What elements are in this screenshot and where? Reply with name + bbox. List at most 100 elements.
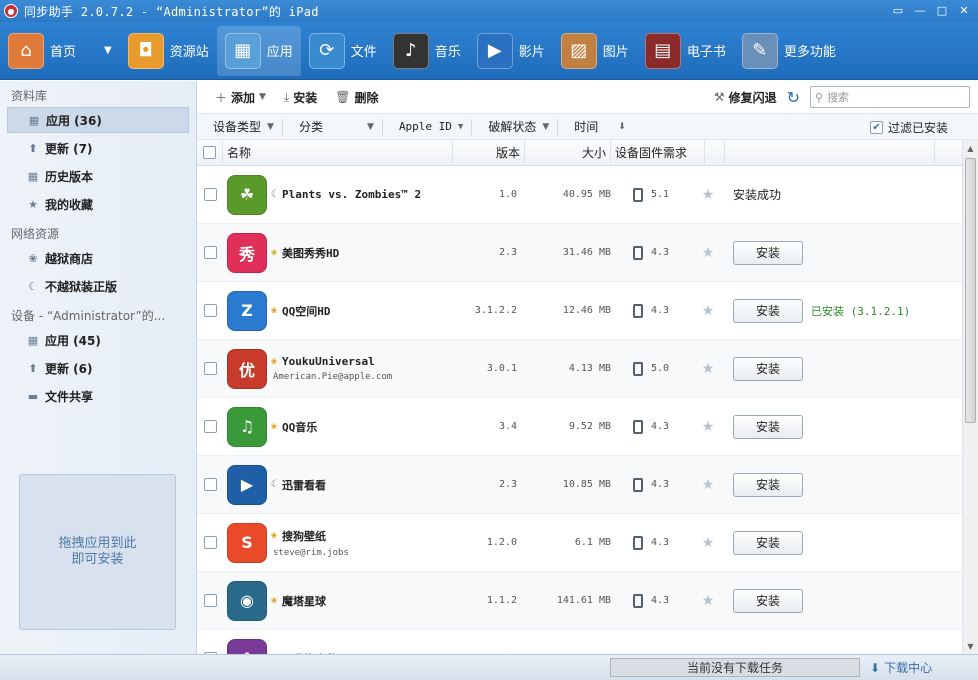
scroll-thumb[interactable] (965, 158, 976, 423)
favorite-star-icon[interactable]: ★ (687, 477, 729, 493)
ipad-icon (632, 303, 643, 318)
row-install-button[interactable]: 安装 (733, 240, 803, 265)
sidebar-item[interactable]: ⬆ 更新 (7) (7, 135, 189, 161)
repair-crash-button[interactable]: ⚒ 修复闪退 (714, 89, 777, 106)
star-icon: ★ (28, 197, 38, 211)
table-row[interactable]: ♣❀无敌炸金花 (197, 630, 962, 654)
shopping-bag-icon: ◘ (127, 32, 164, 69)
favorite-star-icon[interactable]: ★ (687, 535, 729, 551)
row-checkbox[interactable] (203, 362, 217, 375)
filter-installed-checkbox[interactable]: ✔ (869, 121, 883, 134)
nav-music[interactable]: ♪ 音乐 (385, 26, 469, 76)
favorite-star-icon[interactable]: ★ (687, 419, 729, 435)
nav-apps[interactable]: ▦ 应用 (216, 25, 301, 76)
pineapple-icon: ❀ (28, 251, 38, 265)
sidebar-item[interactable]: ☾ 不越狱装正版 (7, 273, 189, 299)
app-icon: 优 (227, 348, 267, 389)
row-install-button[interactable]: 安装 (733, 414, 803, 439)
nav-picture[interactable]: ▨ 图片 (553, 26, 637, 76)
add-button[interactable]: ＋添加 ▼ (215, 89, 266, 106)
app-logo-icon: ● (4, 4, 18, 18)
table-row[interactable]: S ❀ 搜狗壁纸 steve@rim.jobs 1.2.0 6.1 MB 4.3 ★ 安装 (197, 514, 962, 572)
maximize-button[interactable]: □ (932, 2, 952, 19)
refresh-icon[interactable]: ↻ (787, 88, 800, 107)
sidebar-item[interactable]: ▦ 历史版本 (7, 163, 189, 189)
sidebar-section-title: 网络资源 (11, 227, 60, 241)
tools-icon: ✎ (741, 32, 778, 69)
row-checkbox[interactable] (203, 478, 217, 491)
size-cell: 10.85 MB (562, 479, 611, 490)
nav-shopping-bag[interactable]: ◘ 资源站 (120, 26, 217, 76)
firmware-cell: 5.1 (615, 187, 687, 202)
sidebar-item[interactable]: ▬ 文件共享 (7, 383, 189, 409)
row-install-button[interactable]: 安装 (733, 472, 803, 497)
search-input[interactable]: ⚲ 搜索 (810, 86, 970, 108)
music-icon: ♪ (392, 32, 429, 69)
table-row[interactable]: ◉ ❀ 魔塔星球 1.1.2 141.61 MB 4.3 ★ 安装 (197, 572, 962, 630)
nav-folder-sync[interactable]: ⟳ 文件 (301, 26, 385, 76)
row-checkbox[interactable] (203, 536, 217, 549)
chat-icon[interactable]: ▭ (888, 2, 908, 19)
name-header[interactable]: 名称 (223, 139, 453, 166)
firmware-header[interactable]: 设备固件需求 (611, 139, 705, 166)
favorite-star-icon[interactable]: ★ (687, 303, 729, 319)
sidebar-item[interactable]: ❀ 越狱商店 (7, 245, 189, 271)
vertical-scrollbar[interactable]: ▲ ▼ (962, 140, 978, 654)
row-checkbox[interactable] (203, 594, 217, 607)
row-install-button[interactable]: 安装 (733, 588, 803, 613)
scroll-down-arrow-icon[interactable]: ▼ (963, 638, 978, 654)
sidebar-item-label: 更新 (7) (45, 141, 93, 156)
favorite-star-icon[interactable]: ★ (687, 187, 729, 203)
category-filter[interactable]: 分类 ▼ (291, 118, 383, 135)
favorite-star-icon[interactable]: ★ (687, 593, 729, 609)
download-center-button[interactable]: ⬇ 下载中心 (870, 659, 932, 676)
nav-tools[interactable]: ✎ 更多功能 (734, 26, 844, 76)
app-name: 搜狗壁纸 (282, 529, 327, 543)
scroll-up-arrow-icon[interactable]: ▲ (963, 140, 978, 156)
table-row[interactable]: ☘ ☾ Plants vs. Zombies™ 2 1.0 40.95 MB 5.1 ★ 安装… (197, 166, 962, 224)
device-type-filter[interactable]: 设备类型 ▼ (205, 118, 283, 135)
app-name: YoukuUniversal (282, 355, 375, 368)
favorite-star-icon[interactable]: ★ (687, 245, 729, 261)
sidebar-item[interactable]: ▦ 应用 (45) (7, 327, 189, 353)
nav-label: 应用 (266, 45, 293, 60)
table-row[interactable]: Z ❀ QQ空间HD 3.1.2.2 12.46 MB 4.3 ★ 安装 已安装 (3.1.2.… (197, 282, 962, 340)
apple-id-filter[interactable]: Apple ID ▼ (391, 118, 473, 135)
sidebar-item[interactable]: ⬆ 更新 (6) (7, 355, 189, 381)
action-cell: 安装 (729, 356, 962, 381)
row-install-button[interactable]: 安装 (733, 298, 803, 323)
time-sort[interactable]: 时间 ⬇ (566, 119, 634, 135)
row-checkbox[interactable] (203, 188, 217, 201)
filter-installed-toggle[interactable]: ✔ 过滤已安装 (869, 119, 948, 136)
version-cell: 3.4 (498, 421, 517, 432)
minimize-button[interactable]: — (910, 2, 930, 19)
sidebar-item[interactable]: ▦ 应用 (36) (7, 107, 189, 133)
version-header[interactable]: 版本 (453, 139, 525, 166)
nav-ebook[interactable]: ▤ 电子书 (637, 26, 734, 76)
version-cell: 3.1.2.2 (474, 305, 517, 316)
home-dropdown-icon[interactable]: ▼ (104, 45, 112, 56)
close-button[interactable]: ✕ (954, 2, 974, 19)
table-row[interactable]: ▶ ☾ 迅雷看看 2.3 10.85 MB 4.3 ★ 安装 (197, 456, 962, 514)
row-install-button[interactable]: 安装 (733, 356, 803, 381)
action-cell: 安装成功 (729, 186, 962, 203)
apple-id-text: steve@rim.jobs (273, 547, 349, 558)
drop-zone[interactable]: 拖拽应用到此 即可安装 (19, 474, 176, 630)
size-header[interactable]: 大小 (525, 139, 611, 166)
select-all-checkbox[interactable] (203, 146, 216, 159)
table-row[interactable]: ♫ ❀ QQ音乐 3.4 9.52 MB 4.3 ★ 安装 (197, 398, 962, 456)
row-install-button[interactable]: 安装 (733, 530, 803, 555)
apple-id-text: American.Pie@apple.com (273, 372, 393, 382)
favorite-star-icon[interactable]: ★ (687, 361, 729, 377)
nav-video[interactable]: ▶ 影片 (469, 26, 553, 76)
sidebar-item[interactable]: ★ 我的收藏 (7, 191, 189, 217)
nav-home[interactable]: ⌂ 首页 ▼ (0, 26, 120, 76)
row-checkbox[interactable] (203, 246, 217, 259)
jailbreak-filter[interactable]: 破解状态 ▼ (480, 118, 559, 135)
table-row[interactable]: 秀 ❀ 美图秀秀HD 2.3 31.46 MB 4.3 ★ 安装 (197, 224, 962, 282)
delete-button[interactable]: 🗑 删除 (335, 89, 378, 106)
row-checkbox[interactable] (203, 420, 217, 433)
row-checkbox[interactable] (203, 304, 217, 317)
install-button[interactable]: ⤓ 安装 (284, 89, 317, 106)
table-row[interactable]: 优 ❀ YoukuUniversal American.Pie@apple.com 3.… (197, 340, 962, 398)
